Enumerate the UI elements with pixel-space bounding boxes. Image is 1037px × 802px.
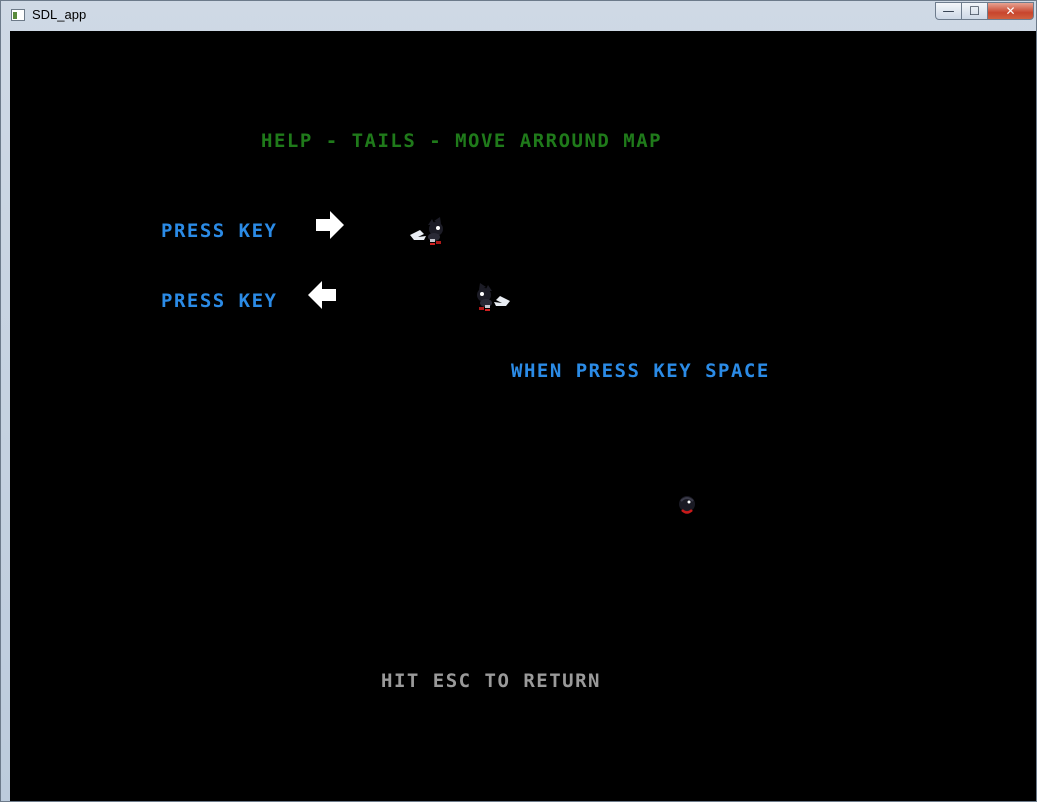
app-icon — [11, 9, 25, 21]
window-title: SDL_app — [32, 7, 87, 22]
game-canvas[interactable]: HELP - TAILS - MOVE ARROUND MAP PRESS KE… — [10, 31, 1036, 801]
help-heading: HELP - TAILS - MOVE ARROUND MAP — [261, 130, 663, 152]
arrow-right-icon — [316, 211, 344, 239]
minimize-button[interactable]: — — [935, 2, 962, 20]
tails-running-left — [477, 283, 510, 311]
space-key-label: WHEN PRESS KEY SPACE — [511, 360, 770, 382]
esc-return-hint: HIT ESC TO RETURN — [381, 670, 601, 692]
app-window: SDL_app — ☐ ✕ HELP - TAILS - MOVE ARROUN… — [0, 0, 1037, 802]
arrow-left-icon — [308, 281, 336, 309]
tails-spin-ball — [679, 496, 695, 514]
press-key-right-label: PRESS KEY — [161, 220, 278, 242]
title-bar[interactable]: SDL_app — ☐ ✕ — [1, 1, 1036, 31]
tails-running-right — [410, 217, 443, 245]
maximize-button[interactable]: ☐ — [961, 2, 988, 20]
close-button[interactable]: ✕ — [987, 2, 1034, 20]
press-key-left-label: PRESS KEY — [161, 290, 278, 312]
